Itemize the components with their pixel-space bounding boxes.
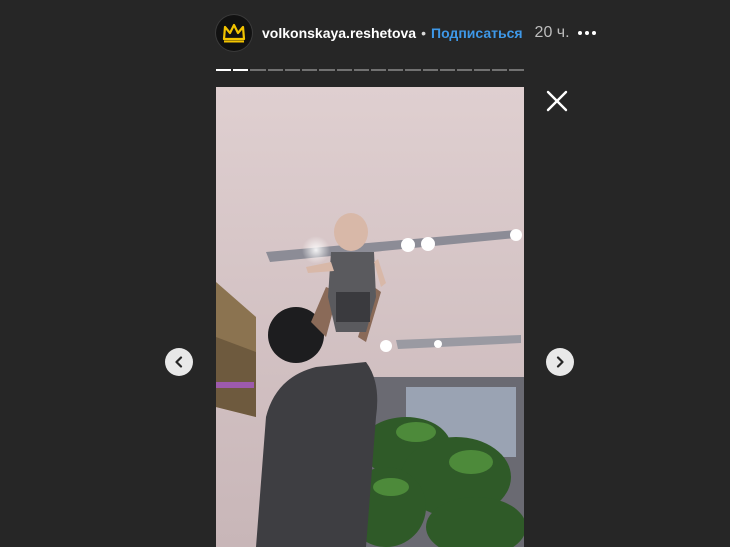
progress-segment [267,69,283,71]
username-link[interactable]: volkonskaya.reshetova [262,25,416,41]
story-timestamp: 20 ч. [534,24,570,41]
progress-segment [405,69,421,71]
progress-segment [508,69,524,71]
progress-segment [233,69,249,71]
progress-segment [388,69,404,71]
more-options-icon[interactable] [577,31,596,35]
close-icon[interactable] [544,88,570,114]
progress-segment [250,69,266,71]
progress-segment [302,69,318,71]
progress-segment [353,69,369,71]
progress-segment [474,69,490,71]
story-video-frame [216,87,524,547]
progress-segment [370,69,387,71]
progress-segment [457,69,473,71]
progress-segment [319,69,335,71]
progress-segment [491,69,507,71]
story-header: volkonskaya.reshetova • Подписаться 20 ч… [216,14,596,52]
progress-segment [216,69,232,71]
progress-segment [284,69,301,71]
prev-story-button[interactable] [165,348,193,376]
chevron-right-icon [556,356,564,368]
progress-segment [336,69,352,71]
crown-icon [222,23,246,43]
avatar[interactable] [216,15,252,51]
story-progress-bar [216,69,524,72]
story-media[interactable] [216,87,524,547]
separator-dot: • [421,25,426,41]
progress-segment [439,69,456,71]
chevron-left-icon [175,356,183,368]
subscribe-button[interactable]: Подписаться [431,25,523,41]
progress-segment [422,69,438,71]
next-story-button[interactable] [546,348,574,376]
